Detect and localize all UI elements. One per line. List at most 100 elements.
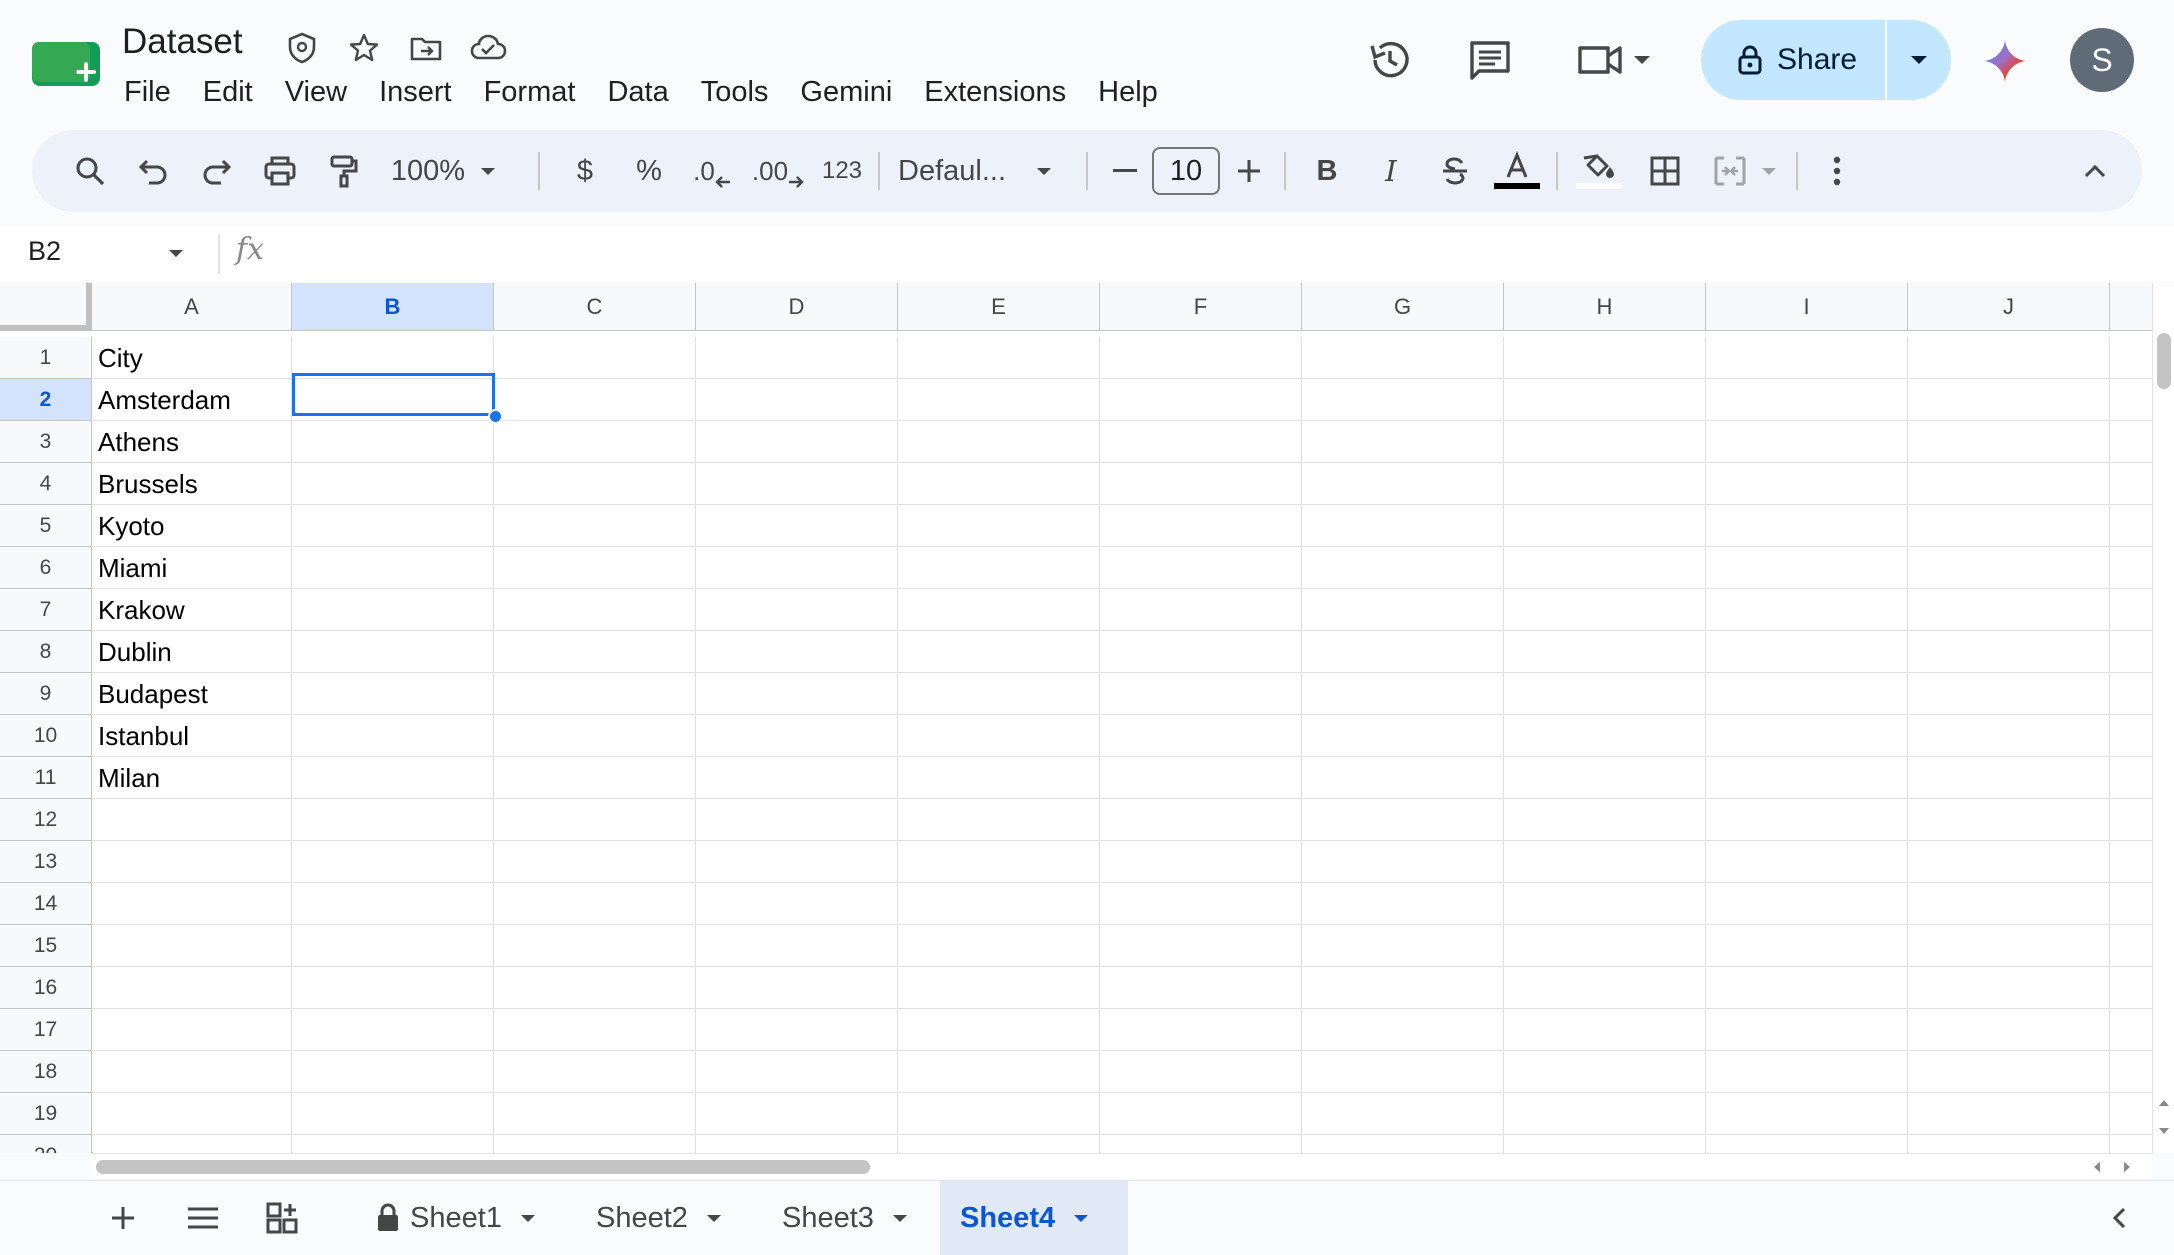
zoom-select[interactable]: 100%	[388, 130, 468, 212]
print-icon[interactable]	[256, 130, 304, 212]
column-header-g[interactable]: G	[1302, 283, 1504, 331]
cell-a14[interactable]	[92, 883, 292, 925]
cell-b20[interactable]	[292, 1135, 494, 1153]
cell-g12[interactable]	[1302, 799, 1504, 841]
cell-c10[interactable]	[494, 715, 696, 757]
cell-b4[interactable]	[292, 463, 494, 505]
cell-c13[interactable]	[494, 841, 696, 883]
column-header-a[interactable]: A	[92, 283, 292, 331]
cell-b8[interactable]	[292, 631, 494, 673]
cell-j16[interactable]	[1908, 967, 2110, 1009]
chevron-down-icon[interactable]	[520, 1214, 536, 1223]
cell-f18[interactable]	[1100, 1051, 1302, 1093]
cell-d9[interactable]	[696, 673, 898, 715]
cell-g11[interactable]	[1302, 757, 1504, 799]
meet-dropdown-chevron-icon[interactable]	[1622, 32, 1662, 88]
more-options-icon[interactable]	[1814, 130, 1860, 212]
decrease-decimal-button[interactable]: .0	[684, 130, 740, 212]
cell-e11[interactable]	[898, 757, 1100, 799]
row-header-10[interactable]: 10	[0, 715, 92, 757]
cell-h13[interactable]	[1504, 841, 1706, 883]
cell-j18[interactable]	[1908, 1051, 2110, 1093]
cell-b10[interactable]	[292, 715, 494, 757]
undo-icon[interactable]	[130, 130, 178, 212]
row-header-1[interactable]: 1	[0, 337, 92, 379]
cell-f12[interactable]	[1100, 799, 1302, 841]
cell-i15[interactable]	[1706, 925, 1908, 967]
cell-i5[interactable]	[1706, 505, 1908, 547]
cell-d13[interactable]	[696, 841, 898, 883]
cell-h11[interactable]	[1504, 757, 1706, 799]
cell-j1[interactable]	[1908, 337, 2110, 379]
cell-a5[interactable]: Kyoto	[92, 505, 292, 547]
cell-b6[interactable]	[292, 547, 494, 589]
cell-f5[interactable]	[1100, 505, 1302, 547]
cell-c3[interactable]	[494, 421, 696, 463]
cell-b19[interactable]	[292, 1093, 494, 1135]
cell-d15[interactable]	[696, 925, 898, 967]
cell-g9[interactable]	[1302, 673, 1504, 715]
scroll-down-arrow-icon[interactable]	[2156, 1123, 2172, 1139]
cell-j6[interactable]	[1908, 547, 2110, 589]
column-header-f[interactable]: F	[1100, 283, 1302, 331]
cell-g13[interactable]	[1302, 841, 1504, 883]
cell-e6[interactable]	[898, 547, 1100, 589]
vertical-scrollbar[interactable]	[2152, 283, 2174, 1153]
cell-a8[interactable]: Dublin	[92, 631, 292, 673]
column-header-j[interactable]: J	[1908, 283, 2110, 331]
cell-g4[interactable]	[1302, 463, 1504, 505]
cell-h6[interactable]	[1504, 547, 1706, 589]
row-header-14[interactable]: 14	[0, 883, 92, 925]
cell-c11[interactable]	[494, 757, 696, 799]
share-button[interactable]: Share	[1701, 20, 1885, 100]
column-header-d[interactable]: D	[696, 283, 898, 331]
row-header-19[interactable]: 19	[0, 1093, 92, 1135]
cell-d18[interactable]	[696, 1051, 898, 1093]
cell-f17[interactable]	[1100, 1009, 1302, 1051]
cell-g1[interactable]	[1302, 337, 1504, 379]
cell-f3[interactable]	[1100, 421, 1302, 463]
cell-b1[interactable]	[292, 337, 494, 379]
cell-a12[interactable]	[92, 799, 292, 841]
row-header-13[interactable]: 13	[0, 841, 92, 883]
cell-i12[interactable]	[1706, 799, 1908, 841]
row-header-4[interactable]: 4	[0, 463, 92, 505]
cell-c6[interactable]	[494, 547, 696, 589]
cell-c12[interactable]	[494, 799, 696, 841]
row-header-17[interactable]: 17	[0, 1009, 92, 1051]
fill-color-icon[interactable]	[1572, 130, 1626, 212]
cell-d19[interactable]	[696, 1093, 898, 1135]
star-icon[interactable]	[344, 28, 384, 68]
cell-j10[interactable]	[1908, 715, 2110, 757]
menu-help[interactable]: Help	[1082, 70, 1174, 114]
cell-d3[interactable]	[696, 421, 898, 463]
sheets-logo-icon[interactable]	[32, 38, 100, 90]
cell-h18[interactable]	[1504, 1051, 1706, 1093]
cell-b12[interactable]	[292, 799, 494, 841]
horizontal-scroll-thumb[interactable]	[96, 1160, 870, 1174]
italic-button[interactable]: I	[1368, 130, 1414, 212]
select-all-corner[interactable]	[0, 283, 92, 331]
menu-extensions[interactable]: Extensions	[908, 70, 1082, 114]
cell-h14[interactable]	[1504, 883, 1706, 925]
cell-j5[interactable]	[1908, 505, 2110, 547]
cell-c2[interactable]	[494, 379, 696, 421]
sheet-tab-sheet1[interactable]: Sheet1	[356, 1181, 556, 1255]
bold-button[interactable]: B	[1304, 130, 1350, 212]
cell-d7[interactable]	[696, 589, 898, 631]
column-header-e[interactable]: E	[898, 283, 1100, 331]
row-header-15[interactable]: 15	[0, 925, 92, 967]
cell-f7[interactable]	[1100, 589, 1302, 631]
cell-i10[interactable]	[1706, 715, 1908, 757]
name-box[interactable]: B2	[28, 236, 61, 267]
menu-gemini[interactable]: Gemini	[784, 70, 908, 114]
cell-i14[interactable]	[1706, 883, 1908, 925]
menu-data[interactable]: Data	[591, 70, 684, 114]
cell-j19[interactable]	[1908, 1093, 2110, 1135]
menu-tools[interactable]: Tools	[685, 70, 785, 114]
cell-h16[interactable]	[1504, 967, 1706, 1009]
cell-f10[interactable]	[1100, 715, 1302, 757]
row-header-2[interactable]: 2	[0, 379, 92, 421]
paint-format-icon[interactable]	[320, 130, 368, 212]
cell-g3[interactable]	[1302, 421, 1504, 463]
